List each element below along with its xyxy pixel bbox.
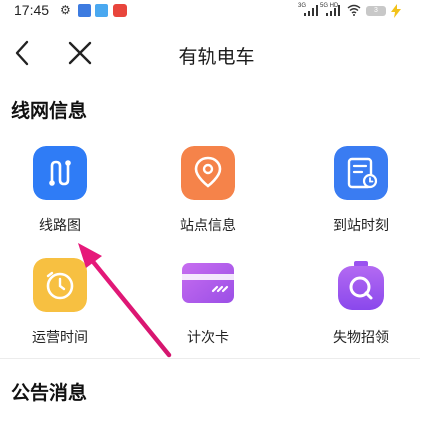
grid-item-operating-hours[interactable]: 运营时间 (0, 258, 120, 368)
signal-2-bars-icon (326, 5, 340, 16)
cloud-notification-icon (95, 4, 108, 17)
grid-label: 失物招领 (333, 330, 389, 346)
page-title: 有轨电车 (178, 46, 255, 68)
signal-1-bars-icon (304, 5, 318, 16)
wifi-icon (347, 4, 361, 16)
route-map-icon (33, 146, 87, 200)
grid-label: 到站时刻 (333, 218, 389, 234)
gift-notification-icon (113, 4, 127, 17)
grid-item-count-card[interactable]: 计次卡 (148, 258, 268, 368)
schedule-doc-icon (334, 146, 388, 200)
grid-item-station-info[interactable]: 站点信息 (148, 146, 268, 256)
section-divider (0, 358, 420, 359)
battery-indicator: 3 (366, 6, 386, 16)
status-time: 17:45 (14, 2, 50, 18)
app-notification-icon (78, 4, 91, 17)
grid-label: 线路图 (39, 218, 81, 234)
grid-item-route-map[interactable]: 线路图 (0, 146, 120, 256)
charging-icon (391, 4, 401, 18)
grid-item-lost-and-found[interactable]: 失物招领 (301, 258, 421, 368)
gear-icon: ⚙ (60, 3, 71, 17)
grid-label: 运营时间 (32, 330, 88, 346)
location-pin-icon (181, 146, 235, 200)
grid-label: 计次卡 (187, 330, 229, 346)
grid-item-arrival-time[interactable]: 到站时刻 (301, 146, 421, 256)
grid-label: 站点信息 (180, 218, 236, 234)
card-icon (182, 263, 234, 303)
section-title-announcements: 公告消息 (11, 382, 88, 404)
status-bar: 17:45 ⚙ 3G 5G HD 3 (0, 0, 433, 24)
clock-icon (33, 258, 87, 312)
search-bag-icon (338, 261, 384, 310)
section-title-network-info: 线网信息 (11, 100, 88, 122)
nav-bar: 有轨电车 (0, 28, 433, 78)
